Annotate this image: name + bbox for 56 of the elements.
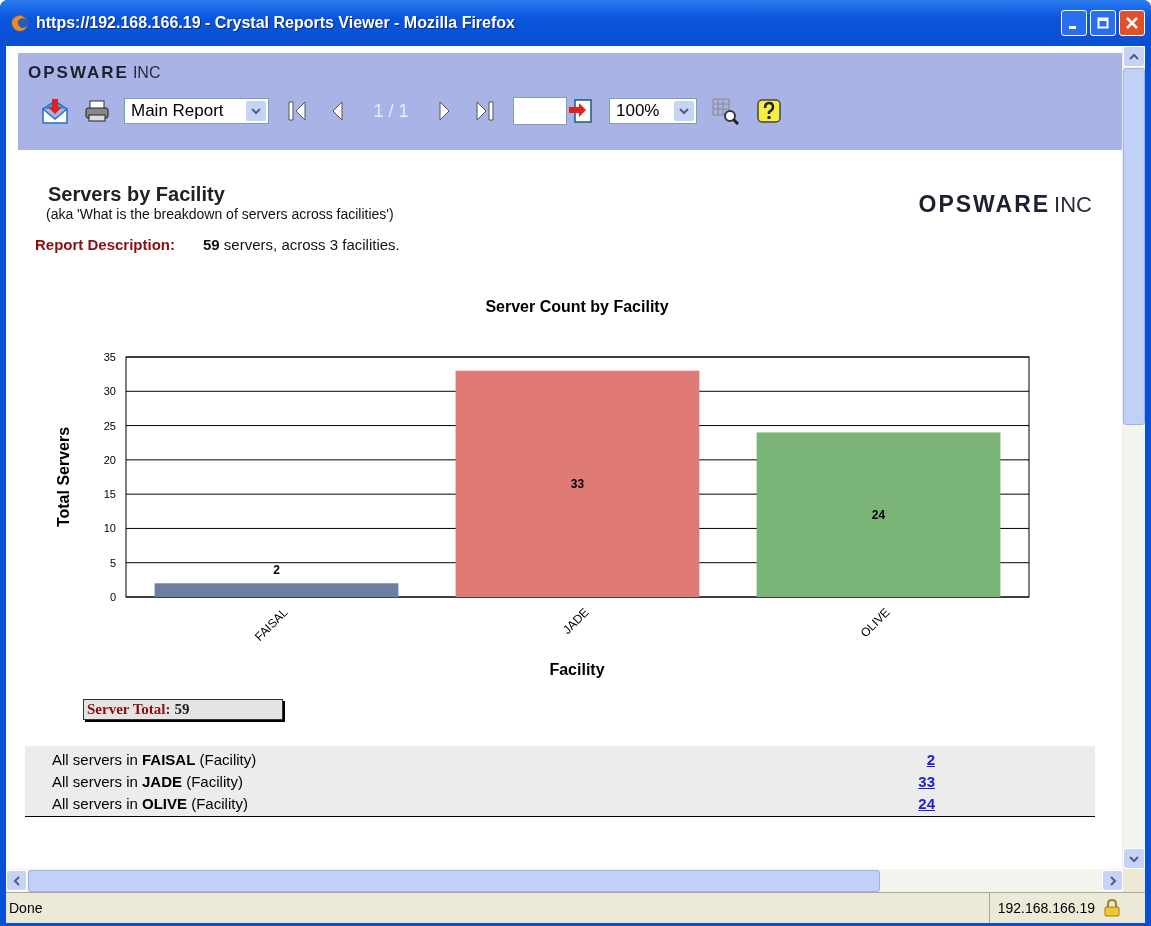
y-axis-title: Total Servers [55, 426, 72, 528]
status-address: 192.168.166.19 [988, 893, 1103, 923]
total-value: 59 [174, 701, 190, 718]
bar-value-label: 33 [570, 476, 585, 491]
bar-value-label: 2 [273, 563, 280, 578]
minimize-button[interactable] [1061, 10, 1087, 36]
chart-title: Server Count by Facility [485, 298, 669, 315]
vertical-scrollbar[interactable] [1122, 46, 1145, 869]
description-text: 59 servers, across 3 facilities. [203, 236, 400, 253]
page-number-field[interactable] [513, 97, 567, 125]
help-icon[interactable] [755, 97, 783, 125]
close-icon [1126, 17, 1138, 29]
y-tick-label: 35 [103, 351, 116, 363]
total-label: Server Total: [87, 701, 171, 718]
status-text: Done [8, 900, 44, 916]
close-button[interactable] [1119, 10, 1145, 36]
report-select[interactable]: Main Report [124, 98, 269, 124]
maximize-icon [1097, 17, 1109, 29]
search-icon[interactable] [711, 97, 741, 125]
printer-icon[interactable] [84, 99, 110, 123]
y-tick-label: 5 [109, 556, 116, 569]
report-title: Servers by Facility [47, 183, 226, 206]
facility-row-text: All servers in FAISAL (Facility) [52, 750, 257, 768]
description-label: Report Description: [35, 236, 175, 253]
facility-row-text: All servers in JADE (Facility) [52, 772, 243, 790]
caret-icon [251, 107, 261, 115]
go-to-page-icon[interactable] [567, 98, 595, 124]
scroll-left-icon[interactable] [12, 875, 21, 886]
company-logo: OPSWARE INC [28, 63, 161, 83]
y-tick-label: 30 [103, 385, 116, 398]
y-tick-label: 15 [103, 488, 116, 501]
padlock-icon [1103, 899, 1121, 917]
y-tick-label: 20 [103, 453, 116, 466]
export-icon[interactable] [40, 97, 70, 125]
minimize-icon [1069, 26, 1076, 29]
y-tick-label: 10 [103, 522, 116, 535]
y-tick-label: 0 [109, 591, 116, 603]
page-indicator: 1 / 1 [372, 100, 410, 122]
scroll-down-icon[interactable] [1129, 854, 1139, 863]
globe-icon [10, 13, 30, 33]
maximize-button[interactable] [1090, 10, 1116, 36]
x-axis-title: Facility [549, 661, 605, 678]
window-title: https://192.168.166.19 - Crystal Reports Viewer - Mozilla Firefox [36, 14, 516, 32]
y-tick-label: 25 [103, 419, 116, 432]
scroll-right-icon[interactable] [1108, 875, 1117, 886]
company-logo: OPSWARE INC [918, 191, 1092, 218]
scroll-up-icon[interactable] [1129, 52, 1139, 61]
horizontal-scrollbar[interactable] [6, 869, 1123, 892]
facility-row-text: All servers in OLIVE (Facility) [52, 794, 248, 812]
zoom-select[interactable]: 100% [609, 98, 697, 124]
server-count-link[interactable]: 2 [895, 750, 935, 768]
caret-icon [679, 107, 689, 115]
server-count-link[interactable]: 24 [895, 794, 935, 812]
report-subtitle: (aka 'What is the breakdown of servers across facilities') [46, 206, 394, 222]
server-count-link[interactable]: 33 [895, 772, 935, 790]
bar-value-label: 24 [871, 507, 886, 522]
